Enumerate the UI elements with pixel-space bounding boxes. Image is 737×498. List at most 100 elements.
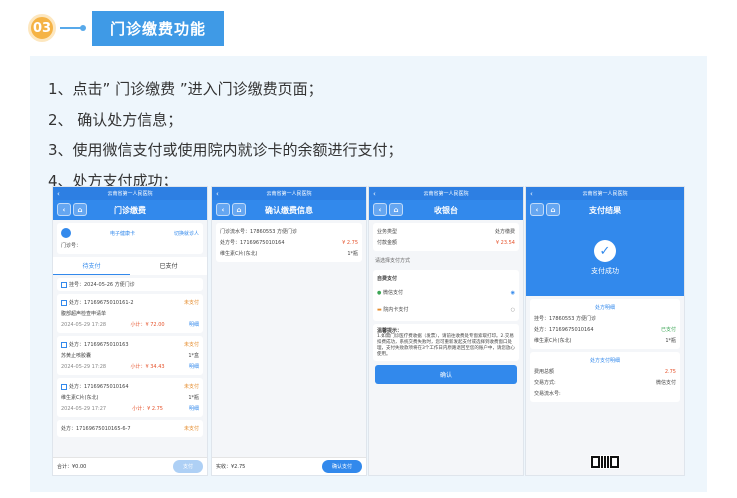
page-title: 确认缴费信息 (265, 205, 313, 215)
back-button[interactable]: ‹ (57, 203, 71, 216)
confirm-pay-button[interactable]: 确认支付 (321, 460, 362, 473)
drug-qty: 1*瓶 (347, 251, 358, 257)
list-item: 处方：17169675010164 未支付 维生素C片(东北) 1*瓶 2024-0… (57, 378, 203, 417)
home-icon[interactable]: ⌂ (389, 203, 403, 216)
back-icon[interactable]: ‹ (373, 190, 376, 198)
back-button[interactable]: ‹ (373, 203, 387, 216)
detail-link[interactable]: 明细 (189, 363, 199, 370)
rx-number: 处方：17169675010163 (69, 342, 129, 348)
item-subtotal: 小计：¥ 72.00 (130, 322, 165, 328)
tips-text: 1.如需门诊医疗费收据（发票），请前往收费处专窗索取打印。2.交易扣费成功，系统… (377, 334, 515, 357)
drug-name: 维生素C片(东北) (220, 251, 258, 257)
drug-qty: 1*瓶 (665, 338, 676, 344)
wechat-icon: ● (377, 290, 382, 296)
health-card-link[interactable]: 电子健康卡 (110, 230, 135, 237)
phone-checkout: ‹ 云南省第一人民医院 ‹ ⌂ 收银台 业务类型 处方缴费 付款金额 ¥ 23.54 请… (368, 186, 524, 476)
checkbox[interactable] (61, 299, 67, 306)
payment-detail-card: 处方支付明细 费用总额 2.75 交易方式: 微信支付 交易流水号: (530, 352, 680, 402)
phone-confirm-payment: ‹ 云南省第一人民医院 ‹ ⌂ 确认缴费信息 门诊流水号：17860553 方便门诊… (211, 186, 367, 476)
registration-line: 挂号：2024-05-26 方便门诊 (57, 278, 203, 291)
pay-button[interactable]: 支付 (172, 460, 203, 473)
rx-number: 处方：17169675010164 (69, 384, 129, 390)
list-item: 处方：17169675010165-6-7 未支付 (57, 420, 203, 437)
item-name: 维生素C片(东北) (61, 395, 99, 401)
item-time: 2024-05-29 17:28 (61, 363, 107, 370)
rx-detail-card: 处方明细 挂号：17860553 方便门诊 处方：17169675010164 已… (530, 299, 680, 349)
fee-label: 费用总额 (534, 369, 555, 375)
total-amount: 合计：¥0.00 (57, 464, 87, 470)
drug-name: 维生素C片(东北) (534, 338, 572, 344)
rx-number: 处方：17169675010164 (534, 327, 594, 333)
phone-payment-result: ‹ 云南省第一人民医院 ‹ ⌂ 支付结果 ✓ 支付成功 处方明细 挂号：178605… (525, 186, 685, 476)
order-number: 门诊流水号：17860553 方便门诊 (220, 229, 298, 235)
home-icon[interactable]: ⌂ (73, 203, 87, 216)
connector-dot (80, 25, 86, 31)
back-icon[interactable]: ‹ (57, 190, 60, 198)
card-number-label: 门诊号： (61, 243, 82, 249)
back-button[interactable]: ‹ (216, 203, 230, 216)
status-badge: 未支付 (183, 300, 199, 306)
item-time: 2024-05-29 17:28 (61, 321, 107, 328)
status-badge: 未支付 (183, 384, 199, 390)
tips-card: 温馨提示： 1.如需门诊医疗费收据（发票），请前往收费处专窗索取打印。2.交易扣… (373, 324, 519, 361)
back-icon[interactable]: ‹ (216, 190, 219, 198)
status-bar: ‹ 云南省第一人民医院 (369, 187, 523, 200)
method-label: 交易方式: (534, 380, 556, 386)
step-number-badge: 03 (28, 14, 56, 42)
status-bar: ‹ 云南省第一人民医院 (53, 187, 207, 200)
rx-number: 处方：17169675010165-6-7 (61, 426, 131, 432)
card-option[interactable]: 院内卡支付 (383, 307, 408, 313)
radio-icon[interactable]: ○ (511, 307, 515, 313)
hospital-name: 云南省第一人民医院 (107, 191, 153, 197)
confirm-button[interactable]: 确认 (375, 365, 517, 384)
rx-number: 处方：17169675010161-2 (69, 300, 134, 306)
step-1: 1、点击” 门诊缴费 ”进入门诊缴费页面； (48, 80, 323, 98)
step-2: 2、 确认处方信息； (48, 110, 183, 129)
registration-text: 挂号：17860553 方便门诊 (534, 316, 597, 322)
registration-text: 挂号：2024-05-26 方便门诊 (69, 282, 135, 288)
back-icon[interactable]: ‹ (530, 190, 533, 198)
detail-link[interactable]: 明细 (189, 405, 199, 412)
list-item: 处方：17169675010163 未支付 苏黄止咳胶囊 1*盒 2024-05-2… (57, 336, 203, 375)
title-bar: ‹ ⌂ 支付结果 (526, 200, 684, 220)
connector-line (60, 27, 82, 29)
avatar (61, 228, 71, 238)
list-item: 处方：17169675010161-2 未支付 腹部超声检查申请单 2024-05… (57, 294, 203, 333)
page-title: 支付结果 (589, 205, 621, 215)
item-name: 苏黄止咳胶囊 (61, 353, 92, 359)
patient-card: 电子健康卡 切换就诊人 门诊号： (57, 223, 203, 254)
wechat-option[interactable]: 微信支付 (383, 290, 403, 296)
page-title: 收银台 (434, 205, 458, 215)
page-title: 门诊缴费 (114, 205, 146, 215)
paid-badge: 已支付 (660, 327, 676, 333)
switch-patient-button[interactable]: 切换就诊人 (174, 230, 199, 237)
check-icon: ✓ (594, 240, 616, 262)
home-icon[interactable]: ⌂ (232, 203, 246, 216)
payment-detail-heading: 处方支付明细 (589, 358, 620, 364)
home-icon[interactable]: ⌂ (546, 203, 560, 216)
choose-method-label: 请选择支付方式 (375, 258, 411, 264)
tab-paid[interactable]: 已支付 (130, 257, 207, 275)
qr-code (590, 455, 620, 469)
method-value: 微信支付 (655, 380, 676, 386)
rx-number: 处方号：17169675010164 (220, 240, 285, 246)
tab-pending[interactable]: 待支付 (53, 257, 130, 275)
title-bar: ‹ ⌂ 确认缴费信息 (212, 200, 366, 220)
amount-label: 付款金额 (377, 240, 398, 246)
self-pay-heading: 自费支付 (377, 276, 398, 282)
tab-bar: 待支付 已支付 (53, 257, 207, 275)
biz-type-value: 处方缴费 (494, 229, 515, 235)
section-header: 03 门诊缴费功能 (28, 8, 225, 48)
item-subtotal: 小计：¥ 2.75 (132, 406, 163, 412)
checkbox[interactable] (61, 341, 67, 348)
back-button[interactable]: ‹ (530, 203, 544, 216)
rx-detail-heading: 处方明细 (594, 305, 615, 311)
hospital-name: 云南省第一人民医院 (582, 191, 628, 197)
checkbox[interactable] (61, 383, 67, 390)
checkbox[interactable] (61, 281, 67, 288)
item-name: 腹部超声检查申请单 (61, 311, 107, 317)
selected-radio-icon[interactable]: ◉ (511, 290, 515, 296)
order-card: 门诊流水号：17860553 方便门诊 处方号：17169675010164 ¥ … (216, 223, 362, 262)
detail-link[interactable]: 明细 (189, 321, 199, 328)
title-bar: ‹ ⌂ 收银台 (369, 200, 523, 220)
